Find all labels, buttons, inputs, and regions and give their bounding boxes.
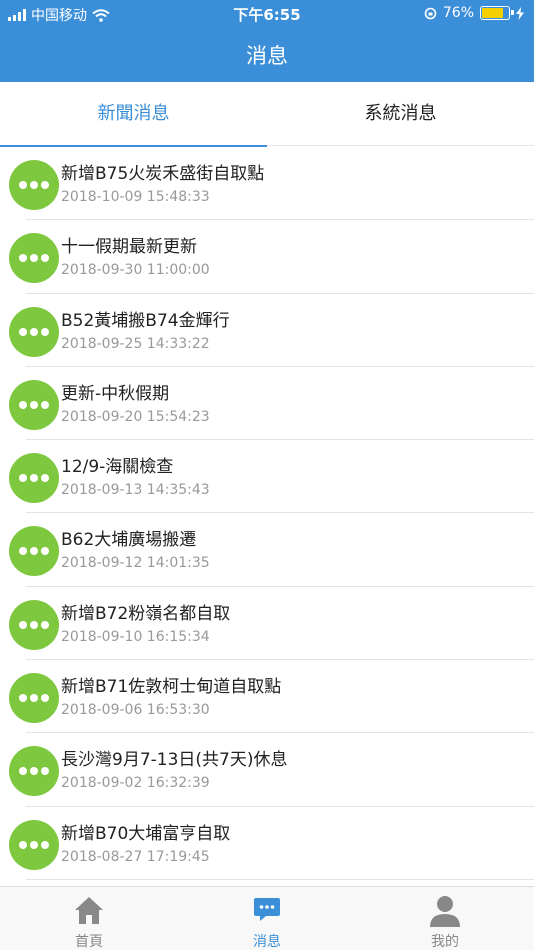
message-date: 2018-09-25 14:33:22 — [61, 335, 210, 352]
bottom-tab-bar: 首頁 消息 我的 — [0, 886, 534, 950]
chat-bubble-icon — [9, 306, 59, 357]
chat-bubble-icon — [9, 453, 59, 504]
message-date: 2018-09-20 15:54:23 — [61, 408, 210, 425]
message-date: 2018-08-27 17:19:45 — [61, 848, 210, 865]
list-item[interactable]: 更新-中秋假期 2018-09-20 15:54:23 — [0, 367, 534, 441]
chat-bubble-icon — [9, 673, 59, 724]
tabbar-home[interactable]: 首頁 — [0, 887, 178, 950]
rotation-lock-icon — [424, 7, 437, 19]
tabbar-label: 首頁 — [75, 934, 103, 950]
list-item[interactable]: 新增B72粉嶺名都自取 2018-09-10 16:15:34 — [0, 587, 534, 661]
list-item[interactable]: B52黃埔搬B74金輝行 2018-09-25 14:33:22 — [0, 294, 534, 368]
chat-bubble-icon — [9, 160, 59, 210]
app-header: 中国移动 下午6:55 76% 消息 — [0, 0, 534, 82]
message-date: 2018-09-02 16:32:39 — [61, 775, 210, 792]
message-title: 新增B72粉嶺名都自取 — [61, 603, 231, 624]
list-item[interactable]: B62大埔廣場搬遷 2018-09-12 14:01:35 — [0, 513, 534, 588]
chat-bubble-icon — [9, 746, 59, 797]
list-item[interactable]: 新增B75火炭禾盛街自取點 2018-10-09 15:48:33 — [0, 147, 534, 221]
chat-icon — [254, 898, 280, 921]
chat-bubble-icon — [9, 379, 59, 430]
user-icon — [430, 896, 460, 927]
tabbar-profile[interactable]: 我的 — [356, 887, 534, 950]
status-bar: 中国移动 下午6:55 76% — [0, 0, 534, 28]
message-date: 2018-09-30 11:00:00 — [61, 262, 210, 279]
message-title: 新增B71佐敦柯士甸道自取點 — [61, 677, 282, 698]
battery-fill — [482, 8, 504, 18]
list-item[interactable]: 長沙灣9月7-13日(共7天)休息 2018-09-02 16:32:39 — [0, 733, 534, 807]
message-title: 十一假期最新更新 — [61, 237, 197, 258]
tab-news[interactable]: 新聞消息 — [0, 82, 267, 147]
message-title: 新增B75火炭禾盛街自取點 — [61, 164, 265, 184]
battery-icon — [480, 6, 514, 20]
message-date: 2018-09-13 14:35:43 — [61, 482, 210, 499]
tabbar-label: 消息 — [253, 934, 281, 950]
list-item[interactable]: 十一假期最新更新 2018-09-30 11:00:00 — [0, 220, 534, 294]
home-icon — [75, 897, 103, 924]
chat-bubble-icon — [9, 599, 59, 650]
battery-percent: 76% — [442, 5, 474, 21]
tabbar-label: 我的 — [431, 934, 459, 950]
chat-bubble-icon — [9, 819, 59, 870]
chat-bubble-icon — [9, 233, 59, 284]
message-tabs: 新聞消息 系統消息 — [0, 82, 534, 147]
list-item[interactable]: 12/9-海關檢查 2018-09-13 14:35:43 — [0, 440, 534, 514]
page-title: 消息 — [246, 44, 288, 68]
message-date: 2018-09-12 14:01:35 — [61, 555, 210, 572]
tabbar-messages[interactable]: 消息 — [178, 887, 356, 950]
message-title: 長沙灣9月7-13日(共7天)休息 — [61, 750, 288, 771]
list-item[interactable]: 新增B70大埔富亨自取 2018-08-27 17:19:45 — [0, 807, 534, 881]
message-title: 12/9-海關檢查 — [61, 457, 174, 478]
message-date: 2018-09-10 16:15:34 — [61, 628, 210, 645]
message-title: 新增B70大埔富亨自取 — [61, 823, 231, 844]
message-title: B52黃埔搬B74金輝行 — [61, 310, 230, 331]
message-date: 2018-09-06 16:53:30 — [61, 702, 210, 719]
chat-bubble-icon — [9, 526, 59, 577]
message-list: 新增B75火炭禾盛街自取點 2018-10-09 15:48:33 十一假期最新… — [0, 147, 534, 881]
message-title: 更新-中秋假期 — [61, 383, 170, 404]
message-title: B62大埔廣場搬遷 — [61, 530, 197, 551]
message-date: 2018-10-09 15:48:33 — [61, 189, 210, 205]
tab-system[interactable]: 系統消息 — [267, 82, 534, 146]
charging-icon — [516, 6, 524, 20]
list-item[interactable]: 新增B71佐敦柯士甸道自取點 2018-09-06 16:53:30 — [0, 660, 534, 734]
